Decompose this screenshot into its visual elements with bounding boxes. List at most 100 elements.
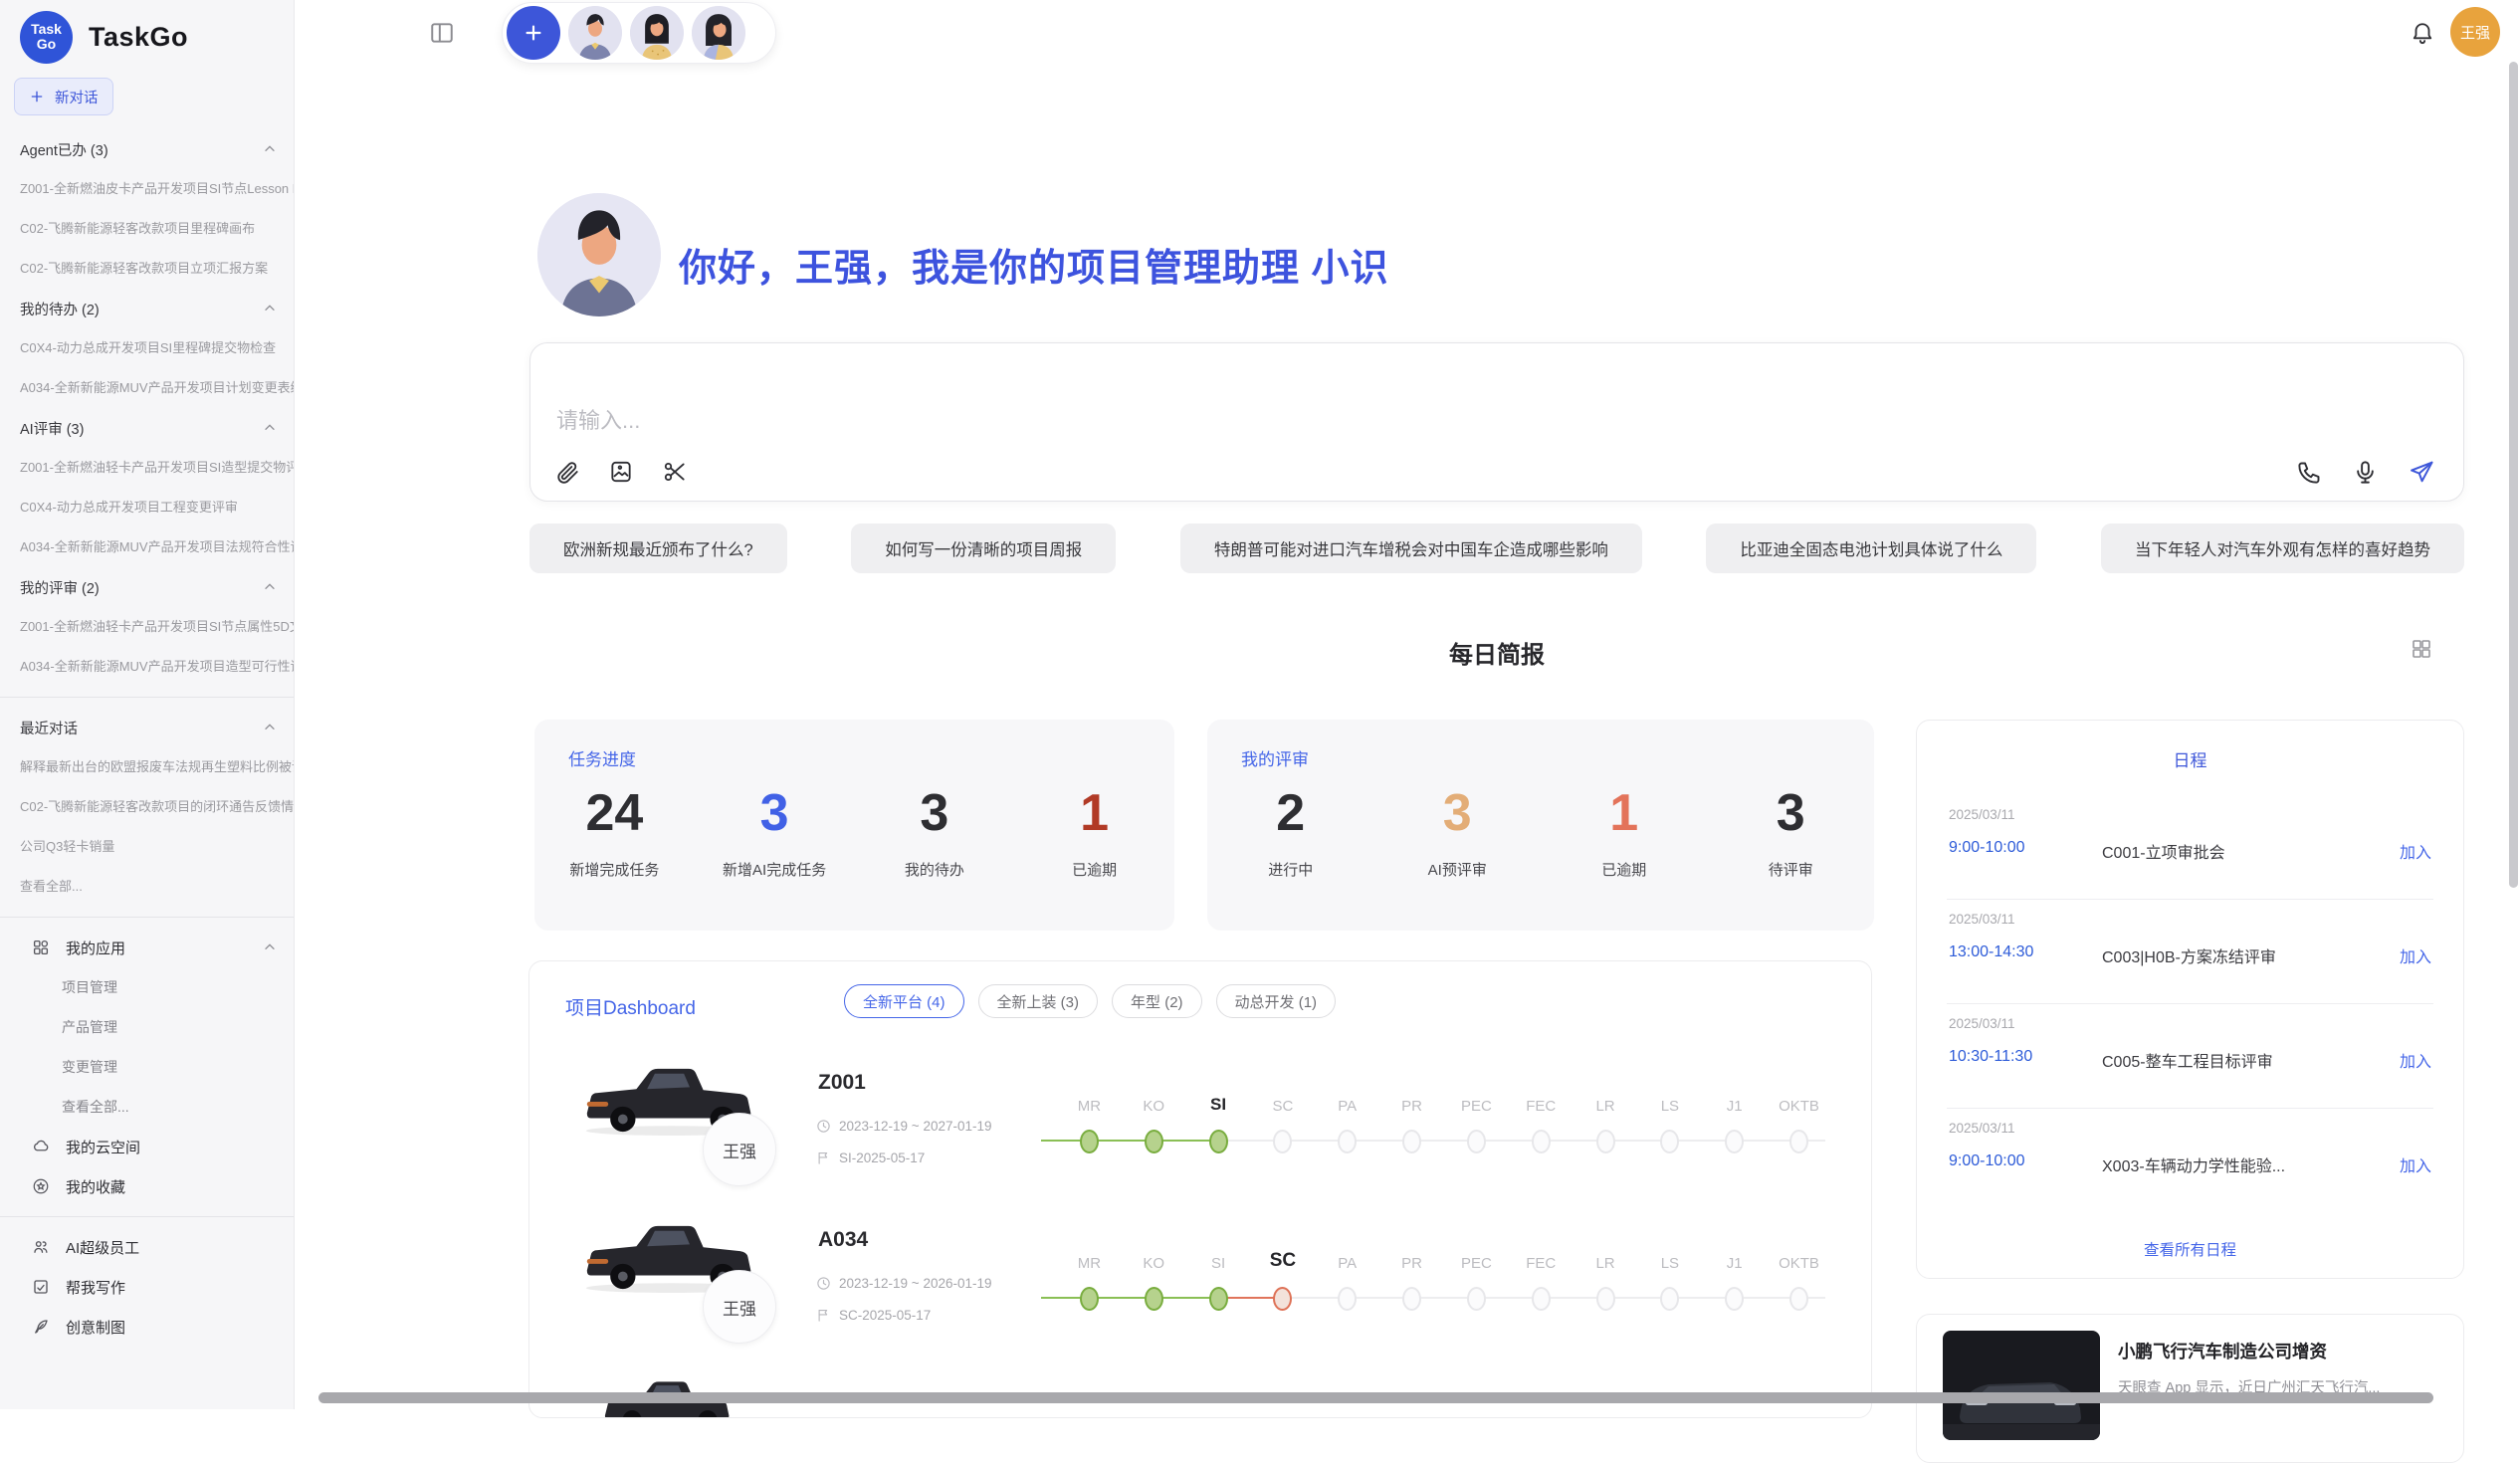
apps-view-all[interactable]: 查看全部... bbox=[0, 1087, 294, 1127]
sidebar-item-favorites[interactable]: 我的收藏 bbox=[0, 1166, 294, 1206]
stat-ai-prereview: 3 AI预评审 bbox=[1374, 783, 1542, 880]
session-avatar-1[interactable] bbox=[568, 6, 622, 60]
sidebar-task-item[interactable]: Z001-全新燃油皮卡产品开发项目SI节点Lesson Learn报告 bbox=[0, 169, 294, 209]
tab-new-platform[interactable]: 全新平台 (4) bbox=[844, 984, 964, 1018]
recent-chat-item[interactable]: 解释最新出台的欧盟报废车法规再生塑料比例被调至15%... bbox=[0, 747, 294, 787]
sidebar-task-item[interactable]: A034-全新新能源MUV产品开发项目计划变更表编写 bbox=[0, 368, 294, 408]
project-row-partial[interactable] bbox=[529, 1363, 1871, 1418]
tab-model-year[interactable]: 年型 (2) bbox=[1112, 984, 1202, 1018]
user-avatar[interactable]: 王强 bbox=[2450, 7, 2500, 57]
view-all-schedule-link[interactable]: 查看所有日程 bbox=[1917, 1238, 2463, 1260]
sidebar-item-help-write[interactable]: 帮我写作 bbox=[0, 1267, 294, 1307]
join-meeting-link[interactable]: 加入 bbox=[2400, 839, 2431, 863]
event-title: X003-车辆动力学性能验... bbox=[2102, 1152, 2285, 1176]
ai-employee-label: AI超级员工 bbox=[66, 1237, 278, 1258]
notification-bell-icon[interactable] bbox=[2409, 21, 2436, 49]
stat-value: 24 bbox=[534, 783, 695, 843]
attachment-button[interactable] bbox=[554, 457, 584, 487]
flag-icon bbox=[816, 1150, 831, 1165]
section-header-my-todo[interactable]: 我的待办 (2) bbox=[0, 289, 294, 328]
join-meeting-link[interactable]: 加入 bbox=[2400, 1048, 2431, 1072]
section-header-recent-chats[interactable]: 最近对话 bbox=[0, 708, 294, 747]
milestone-label: SC bbox=[1250, 1098, 1315, 1115]
sidebar-task-item[interactable]: A034-全新新能源MUV产品开发项目造型可行性评审 bbox=[0, 647, 294, 687]
stat-label: 已逾期 bbox=[1014, 859, 1174, 880]
avatar bbox=[630, 6, 684, 60]
schedule-title: 日程 bbox=[1917, 746, 2463, 771]
news-card[interactable]: 小鹏飞行汽车制造公司增资 天眼查 App 显示，近日广州汇天飞行汽... bbox=[1916, 1314, 2464, 1463]
app-item-product-mgmt[interactable]: 产品管理 bbox=[0, 1007, 294, 1047]
event-date: 2025/03/11 bbox=[1949, 1016, 2015, 1031]
collapse-sidebar-button[interactable] bbox=[428, 20, 456, 48]
tab-new-body[interactable]: 全新上装 (3) bbox=[978, 984, 1099, 1018]
join-meeting-link[interactable]: 加入 bbox=[2400, 943, 2431, 967]
join-meeting-link[interactable]: 加入 bbox=[2400, 1152, 2431, 1176]
stat-label: 待评审 bbox=[1708, 859, 1875, 880]
composer-left-tools bbox=[554, 457, 692, 487]
sidebar-task-item[interactable]: C0X4-动力总成开发项目工程变更评审 bbox=[0, 488, 294, 527]
clock-icon bbox=[816, 1276, 831, 1291]
event-time: 10:30-11:30 bbox=[1949, 1048, 2032, 1066]
milestone-dot-done bbox=[1186, 1278, 1251, 1320]
section-header-my-review[interactable]: 我的评审 (2) bbox=[0, 567, 294, 607]
milestone-label: FEC bbox=[1509, 1098, 1574, 1115]
chevron-up-icon bbox=[262, 301, 278, 316]
milestone-dot bbox=[1315, 1278, 1379, 1320]
suggestion-chip[interactable]: 当下年轻人对汽车外观有怎样的喜好趋势 bbox=[2101, 523, 2464, 573]
project-milestone-flag: SC-2025-05-17 bbox=[816, 1308, 931, 1323]
image-upload-button[interactable] bbox=[608, 457, 638, 487]
stat-label: 进行中 bbox=[1207, 859, 1374, 880]
app-item-change-mgmt[interactable]: 变更管理 bbox=[0, 1047, 294, 1087]
sidebar-task-item[interactable]: C02-飞腾新能源轻客改款项目里程碑画布 bbox=[0, 209, 294, 249]
section-label: Agent已办 (3) bbox=[20, 139, 262, 160]
sidebar-task-item[interactable]: C0X4-动力总成开发项目SI里程碑提交物检查 bbox=[0, 328, 294, 368]
section-header-ai-review[interactable]: AI评审 (3) bbox=[0, 408, 294, 448]
suggestion-chip[interactable]: 特朗普可能对进口汽车增税会对中国车企造成哪些影响 bbox=[1180, 523, 1642, 573]
sidebar-item-ai-employee[interactable]: AI超级员工 bbox=[0, 1227, 294, 1267]
people-icon bbox=[32, 1238, 50, 1256]
suggestion-chip[interactable]: 如何写一份清晰的项目周报 bbox=[851, 523, 1116, 573]
voice-call-button[interactable] bbox=[2296, 457, 2326, 487]
project-row-a034[interactable]: 王强 A034 2023-12-19 ~ 2026-01-19 SC-2025-… bbox=[529, 1206, 1871, 1358]
microphone-button[interactable] bbox=[2352, 457, 2382, 487]
sidebar-item-my-apps[interactable]: 我的应用 bbox=[0, 928, 294, 967]
section-header-agent-done[interactable]: Agent已办 (3) bbox=[0, 129, 294, 169]
sidebar-task-item[interactable]: C02-飞腾新能源轻客改款项目立项汇报方案 bbox=[0, 249, 294, 289]
milestone-timeline: MR KO SI SC PA PR PEC FEC LR LS J1 OKTB bbox=[1057, 1246, 1831, 1320]
session-avatar-2[interactable] bbox=[630, 6, 684, 60]
stat-value: 2 bbox=[1207, 783, 1374, 843]
send-button[interactable] bbox=[2408, 457, 2437, 487]
milestone-label: PA bbox=[1315, 1255, 1379, 1272]
sidebar-task-item[interactable]: Z001-全新燃油轻卡产品开发项目SI造型提交物评审 bbox=[0, 448, 294, 488]
sidebar-task-item[interactable]: Z001-全新燃油轻卡产品开发项目SI节点属性5D文件评审 bbox=[0, 607, 294, 647]
recent-view-all[interactable]: 查看全部... bbox=[0, 867, 294, 907]
milestone-dot-done bbox=[1057, 1278, 1122, 1320]
composer-input[interactable]: 请输入... bbox=[556, 403, 640, 435]
assistant-avatar bbox=[537, 193, 661, 316]
vertical-scrollbar[interactable] bbox=[2509, 62, 2518, 888]
sidebar-task-item[interactable]: A034-全新新能源MUV产品开发项目法规符合性评审 bbox=[0, 527, 294, 567]
milestone-dot-done bbox=[1122, 1278, 1186, 1320]
milestone-label: LS bbox=[1637, 1255, 1702, 1272]
new-session-button[interactable] bbox=[507, 6, 560, 60]
sidebar-item-creative-draw[interactable]: 创意制图 bbox=[0, 1307, 294, 1347]
session-avatar-3[interactable] bbox=[692, 6, 745, 60]
recent-chat-item[interactable]: C02-飞腾新能源轻客改款项目的闭环通告反馈情况 bbox=[0, 787, 294, 827]
stat-pending-review: 3 待评审 bbox=[1708, 783, 1875, 880]
milestone-labels: MR KO SI SC PA PR PEC FEC LR LS J1 OKTB bbox=[1057, 1089, 1831, 1115]
section-label: AI评审 (3) bbox=[20, 418, 262, 439]
app-item-project-mgmt[interactable]: 项目管理 bbox=[0, 967, 294, 1007]
paperclip-icon bbox=[554, 459, 584, 485]
sidebar-item-cloud-space[interactable]: 我的云空间 bbox=[0, 1127, 294, 1166]
tab-powertrain[interactable]: 动总开发 (1) bbox=[1216, 984, 1337, 1018]
news-title: 小鹏飞行汽车制造公司增资 bbox=[2118, 1339, 2327, 1363]
project-row-z001[interactable]: 王强 Z001 2023-12-19 ~ 2027-01-19 SI-2025-… bbox=[529, 1049, 1871, 1200]
layout-grid-icon[interactable] bbox=[2409, 637, 2434, 663]
new-chat-button[interactable]: 新对话 bbox=[14, 78, 113, 115]
suggestion-chip[interactable]: 欧洲新规最近颁布了什么? bbox=[529, 523, 787, 573]
recent-chat-item[interactable]: 公司Q3轻卡销量 bbox=[0, 827, 294, 867]
screenshot-button[interactable] bbox=[662, 457, 692, 487]
horizontal-scrollbar[interactable] bbox=[318, 1392, 2433, 1403]
milestone-dots bbox=[1057, 1278, 1831, 1320]
suggestion-chip[interactable]: 比亚迪全固态电池计划具体说了什么 bbox=[1706, 523, 2036, 573]
